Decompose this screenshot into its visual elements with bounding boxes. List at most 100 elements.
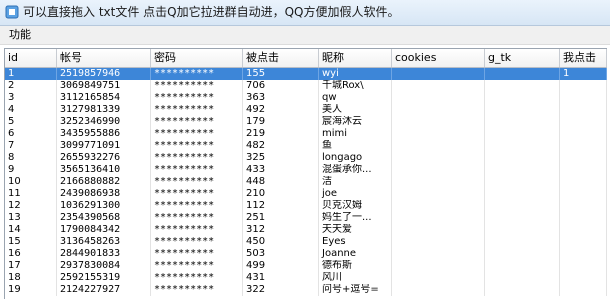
cell-my-click [560,104,607,116]
cell-cookies [392,188,485,200]
cell-my-click [560,200,607,212]
cell-account: 3069849751 [57,80,151,92]
table-row[interactable]: 7 3099771091 ********** 482 鱼 [5,140,607,152]
cell-nickname: 宸海沐云 [319,116,392,128]
cell-account: 1790084342 [57,224,151,236]
table-row[interactable]: 19 2124227927 ********** 322 问号+逗号= [5,284,607,296]
table-row[interactable]: 2 3069849751 ********** 706 千城Rox\ [5,80,607,92]
table-row[interactable]: 14 1790084342 ********** 312 天天爱 [5,224,607,236]
cell-cookies [392,104,485,116]
cell-id: 13 [5,212,57,224]
cell-cookies [392,212,485,224]
column-header-nickname[interactable]: 昵称 [319,49,392,67]
menu-bar: 功能 [0,26,610,45]
cell-account: 2439086938 [57,188,151,200]
cell-clicked: 492 [243,104,319,116]
cell-my-click [560,224,607,236]
table-row[interactable]: 17 2937830084 ********** 499 德布斯 [5,260,607,272]
cell-clicked: 448 [243,176,319,188]
cell-nickname: 鱼 [319,140,392,152]
cell-clicked: 219 [243,128,319,140]
cell-nickname: 风川 [319,272,392,284]
cell-account: 3252346990 [57,116,151,128]
cell-nickname: joe [319,188,392,200]
column-header-account[interactable]: 帐号 [57,49,151,67]
table-row[interactable]: 8 2655932276 ********** 325 longago [5,152,607,164]
cell-id: 3 [5,92,57,104]
cell-gtk [485,236,560,248]
cell-account: 2655932276 [57,152,151,164]
table-row[interactable]: 4 3127981339 ********** 492 美人 [5,104,607,116]
cell-cookies [392,284,485,296]
cell-id: 6 [5,128,57,140]
cell-clicked: 112 [243,200,319,212]
cell-password: ********** [151,272,243,284]
column-header-gtk[interactable]: g_tk [485,49,560,67]
cell-password: ********** [151,248,243,260]
cell-password: ********** [151,176,243,188]
cell-account: 2519857946 [57,68,151,80]
cell-password: ********** [151,236,243,248]
cell-clicked: 450 [243,236,319,248]
table-row[interactable]: 6 3435955886 ********** 219 mimi [5,128,607,140]
table-row[interactable]: 18 2592155319 ********** 431 风川 [5,272,607,284]
table-row[interactable]: 3 3112165854 ********** 363 qw [5,92,607,104]
table-row[interactable]: 5 3252346990 ********** 179 宸海沐云 [5,116,607,128]
cell-account: 2354390568 [57,212,151,224]
cell-gtk [485,224,560,236]
cell-my-click [560,128,607,140]
table-row[interactable]: 9 3565136410 ********** 433 混蛋承你... [5,164,607,176]
cell-nickname: 混蛋承你... [319,164,392,176]
menu-item-function[interactable]: 功能 [7,28,33,42]
column-header-password[interactable]: 密码 [151,49,243,67]
cell-nickname: 千城Rox\ [319,80,392,92]
cell-account: 3127981339 [57,104,151,116]
cell-nickname: 问号+逗号= [319,284,392,296]
table-row[interactable]: 11 2439086938 ********** 210 joe [5,188,607,200]
column-header-my-click[interactable]: 我点击 [560,49,607,67]
table-header: id 帐号 密码 被点击 昵称 cookies g_tk 我点击 [5,49,607,68]
table-row[interactable]: 10 2166880882 ********** 448 洁 [5,176,607,188]
cell-my-click [560,272,607,284]
table-row[interactable]: 15 3136458263 ********** 450 Eyes [5,236,607,248]
cell-account: 1036291300 [57,200,151,212]
column-header-clicked[interactable]: 被点击 [243,49,319,67]
cell-my-click [560,260,607,272]
cell-my-click [560,152,607,164]
cell-my-click [560,236,607,248]
cell-id: 18 [5,272,57,284]
cell-clicked: 503 [243,248,319,260]
cell-my-click [560,92,607,104]
cell-password: ********** [151,260,243,272]
cell-cookies [392,68,485,80]
table-row[interactable]: 13 2354390568 ********** 251 妈生了一... [5,212,607,224]
table-row[interactable]: 1 2519857946 ********** 155 wyi 1 [5,68,607,80]
cell-clicked: 251 [243,212,319,224]
cell-clicked: 210 [243,188,319,200]
cell-gtk [485,284,560,296]
cell-password: ********** [151,92,243,104]
cell-nickname: 美人 [319,104,392,116]
table-row[interactable]: 12 1036291300 ********** 112 贝克汉姆 [5,200,607,212]
cell-nickname: wyi [319,68,392,80]
cell-my-click [560,80,607,92]
cell-id: 2 [5,80,57,92]
cell-cookies [392,200,485,212]
cell-password: ********** [151,284,243,296]
cell-password: ********** [151,188,243,200]
title-bar[interactable]: 可以直接拖入 txt文件 点击Q加它拉进群自动进，QQ方便加假人软件。 [0,0,610,26]
cell-my-click [560,284,607,296]
cell-password: ********** [151,140,243,152]
cell-account: 2124227927 [57,284,151,296]
cell-account: 2937830084 [57,260,151,272]
cell-id: 19 [5,284,57,296]
column-header-cookies[interactable]: cookies [392,49,485,67]
column-header-id[interactable]: id [5,49,57,67]
cell-clicked: 155 [243,68,319,80]
cell-id: 5 [5,116,57,128]
cell-gtk [485,128,560,140]
account-table[interactable]: id 帐号 密码 被点击 昵称 cookies g_tk 我点击 1 251985… [4,48,607,299]
table-row[interactable]: 16 2844901833 ********** 503 Joanne [5,248,607,260]
cell-gtk [485,140,560,152]
cell-clicked: 499 [243,260,319,272]
